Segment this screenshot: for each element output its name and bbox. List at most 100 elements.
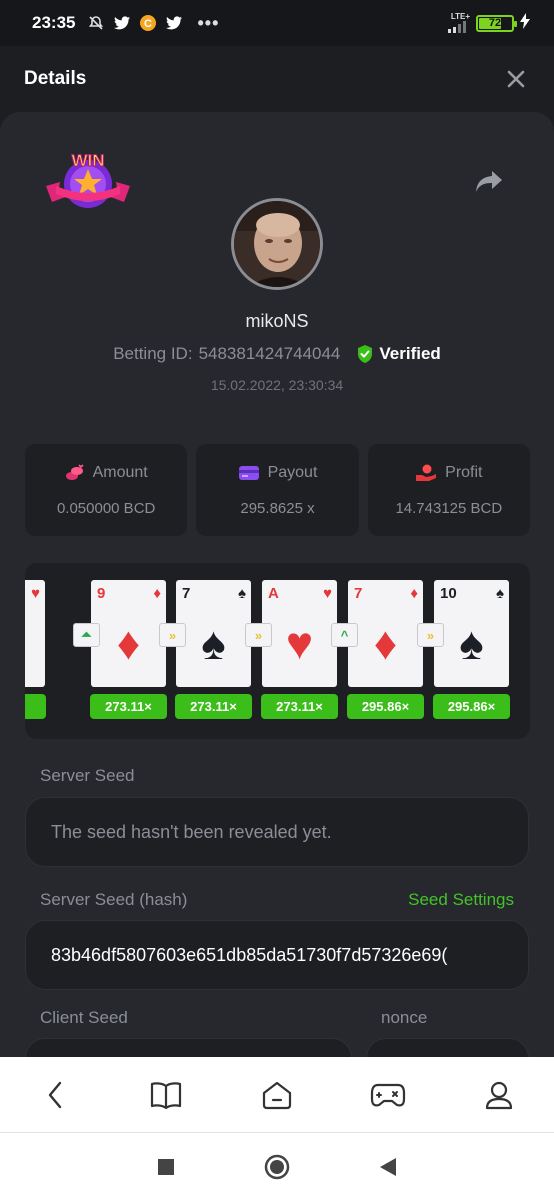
skip-icon: » — [245, 623, 272, 647]
card-history-panel[interactable]: ♥♥2.11×9♦♦273.11×7♠♠273.11×A♥♥273.11×7♦♦… — [25, 563, 530, 739]
home-icon — [262, 1081, 292, 1109]
stat-value: 0.050000 BCD — [56, 499, 156, 517]
status-right: LTE+ 72 — [446, 12, 530, 34]
nav-games-button[interactable] — [368, 1075, 408, 1115]
bet-stats: Amount 0.050000 BCD Payout 295.8625 x Pr… — [25, 444, 530, 536]
card-suit-large-icon: ♥ — [285, 617, 314, 669]
card-suit-icon: ♥ — [31, 585, 40, 602]
avatar[interactable] — [231, 198, 323, 290]
card-suit-large-icon: ♥ — [25, 620, 45, 666]
bet-timestamp: 15.02.2022, 23:30:34 — [210, 377, 344, 393]
battery-icon: 72 — [476, 14, 517, 32]
nav-home-button[interactable] — [257, 1075, 297, 1115]
close-button[interactable] — [502, 65, 530, 93]
seed-settings-link[interactable]: Seed Settings — [408, 890, 514, 910]
card-suit-large-icon: ♦ — [373, 617, 398, 669]
bottom-navigation — [0, 1057, 554, 1133]
card-suit-icon: ♥ — [323, 585, 332, 602]
notification-icons: C ••• — [87, 13, 219, 34]
stat-value: 14.743125 BCD — [395, 499, 503, 517]
betting-id-value: 548381424744044 — [198, 344, 341, 363]
details-header: Details — [0, 46, 554, 112]
charging-icon — [520, 12, 530, 34]
server-seed-hash-field[interactable]: 83b46df5807603e651db85da51730f7d57326e69… — [25, 920, 529, 990]
server-seed-label: Server Seed — [40, 766, 135, 785]
status-bar: 23:35 C ••• LTE+ 72 — [0, 0, 554, 46]
recents-button[interactable] — [151, 1152, 181, 1182]
skip-icon: » — [417, 623, 444, 647]
card-suit-large-icon: ♦ — [116, 617, 141, 669]
server-seed-field[interactable]: The seed hasn't been revealed yet. — [25, 797, 529, 867]
higher-guess-icon: ⏶ — [73, 623, 100, 647]
card-rank: A — [268, 585, 279, 602]
stat-profit: Profit 14.743125 BCD — [367, 444, 530, 536]
signal-icon: LTE+ — [446, 13, 470, 33]
stat-value: 295.8625 x — [240, 499, 315, 517]
coin-c-icon: C — [139, 14, 157, 32]
skip-icon: » — [159, 623, 186, 647]
share-button[interactable] — [474, 167, 504, 195]
server-seed-hash-label: Server Seed (hash) — [40, 890, 188, 909]
stat-label: Profit — [445, 463, 483, 481]
card-rank: 7 — [354, 585, 363, 602]
nonce-field[interactable] — [366, 1038, 529, 1057]
twitter-icon — [165, 14, 183, 32]
circle-icon — [264, 1154, 290, 1179]
playing-card: 7 ♠ ♠ — [176, 580, 251, 687]
nav-profile-button[interactable] — [479, 1075, 519, 1115]
playing-card: A ♥ ♥ — [262, 580, 337, 687]
shield-check-icon — [358, 345, 373, 363]
win-badge-icon: WIN — [46, 151, 130, 208]
stat-label: Payout — [267, 463, 318, 481]
playing-card: 9 ♦ ♦ — [91, 580, 166, 687]
card-rank: 7 — [182, 585, 191, 602]
nav-back-button[interactable] — [35, 1075, 75, 1115]
playing-card: 7 ♦ ♦ — [348, 580, 423, 687]
nav-bookmarks-button[interactable] — [146, 1075, 186, 1115]
username: mikoNS — [245, 311, 309, 331]
battery-label: 72 — [488, 17, 502, 29]
network-type: LTE+ — [450, 12, 470, 21]
card-multiplier: 273.11× — [175, 694, 252, 719]
card-suit-icon: ♠ — [496, 585, 504, 602]
server-seed-hash-value: 83b46df5807603e651db85da51730f7d57326e69… — [51, 944, 448, 965]
card-row: ♥♥2.11×9♦♦273.11×7♠♠273.11×A♥♥273.11×7♦♦… — [25, 563, 530, 739]
system-navigation — [0, 1133, 554, 1200]
nonce-label: nonce — [381, 1008, 428, 1027]
stat-header: Payout — [238, 463, 318, 482]
card-suit-icon: ♦ — [410, 585, 418, 602]
square-icon — [157, 1158, 174, 1175]
close-icon — [507, 70, 525, 88]
betting-id-row: Betting ID: 548381424744044 Verified — [0, 344, 554, 364]
more-notifications-icon: ••• — [197, 12, 220, 33]
card-multiplier: 2.11× — [25, 694, 46, 719]
hand-coin-icon — [416, 464, 437, 481]
home-system-button[interactable] — [262, 1152, 292, 1182]
status-time: 23:35 — [32, 13, 76, 32]
client-seed-label: Client Seed — [40, 1008, 128, 1027]
svg-text:C: C — [145, 18, 153, 30]
coins-icon — [65, 463, 84, 480]
triangle-back-icon — [380, 1157, 397, 1176]
card-suit-icon: ♦ — [153, 585, 161, 602]
chevron-left-icon — [49, 1081, 62, 1108]
playing-card: ♥♥ — [25, 580, 45, 687]
stat-header: Amount — [65, 464, 148, 482]
card-multiplier: 295.86× — [347, 694, 424, 719]
card-rank: 9 — [97, 585, 106, 602]
card-multiplier: 273.11× — [261, 694, 338, 719]
card-multiplier: 273.11× — [90, 694, 167, 719]
playing-card: 10 ♠ ♠ — [434, 580, 509, 687]
card-rank: 10 — [440, 585, 457, 602]
page-title: Details — [24, 68, 87, 89]
verified-label: Verified — [379, 344, 441, 363]
twitter-icon — [113, 14, 131, 32]
win-badge-text: WIN — [71, 151, 104, 170]
card-suit-large-icon: ♠ — [459, 617, 484, 669]
client-seed-field[interactable] — [25, 1038, 352, 1057]
stat-header: Profit — [415, 464, 482, 482]
stat-label: Amount — [92, 463, 148, 481]
user-photo — [234, 201, 320, 287]
back-system-button[interactable] — [373, 1152, 403, 1182]
card-suit-icon: ♠ — [238, 585, 246, 602]
